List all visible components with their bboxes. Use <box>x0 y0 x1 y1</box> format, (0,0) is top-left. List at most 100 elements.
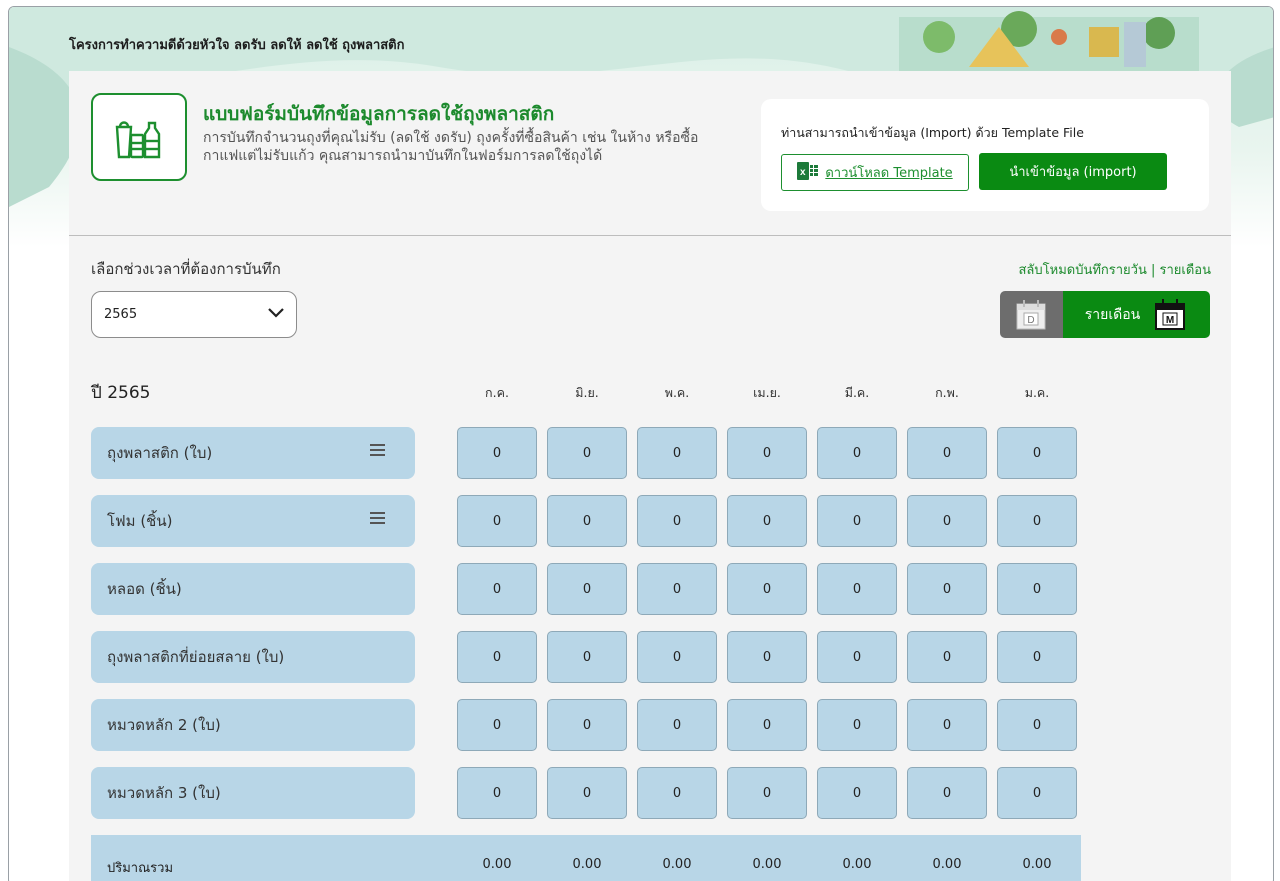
category-row: ถุงพลาสติกที่ย่อยสลาย (ใบ) <box>91 631 415 683</box>
value-input[interactable]: 0 <box>547 767 627 819</box>
value-input[interactable]: 0 <box>817 563 897 615</box>
form-description-line-1: การบันทึกจำนวนถุงที่คุณไม่รับ (ลดใช้ งดร… <box>203 130 699 146</box>
value-input[interactable]: 0 <box>457 631 537 683</box>
month-header: ก.พ. <box>935 385 959 400</box>
category-name: ถุงพลาสติกที่ย่อยสลาย (ใบ) <box>107 648 285 666</box>
total-value: 0.00 <box>1022 857 1052 872</box>
value-input[interactable]: 0 <box>907 767 987 819</box>
total-value: 0.00 <box>932 857 962 872</box>
value-input[interactable]: 0 <box>457 563 537 615</box>
value-input[interactable]: 0 <box>997 699 1077 751</box>
category-name: ถุงพลาสติก (ใบ) <box>107 444 213 462</box>
value-input[interactable]: 0 <box>637 427 717 479</box>
value-input[interactable]: 0 <box>637 631 717 683</box>
value-input[interactable]: 0 <box>727 427 807 479</box>
value-input[interactable]: 0 <box>547 427 627 479</box>
import-card: ท่านสามารถนำเข้าข้อมูล (Import) ด้วย Tem… <box>761 99 1209 211</box>
excel-icon: x <box>797 161 819 184</box>
value-input[interactable]: 0 <box>997 495 1077 547</box>
value-input[interactable]: 0 <box>997 767 1077 819</box>
value-input[interactable]: 0 <box>457 495 537 547</box>
download-template-label: ดาวน์โหลด Template <box>825 166 953 181</box>
total-value: 0.00 <box>482 857 512 872</box>
year-select-value: 2565 <box>104 307 138 322</box>
total-value: 0.00 <box>662 857 692 872</box>
mode-toggle: D รายเดือน M <box>1000 291 1210 338</box>
monthly-mode-button[interactable]: รายเดือน M <box>1063 291 1210 338</box>
section-divider <box>69 235 1231 236</box>
category-label: ถุงพลาสติกที่ย่อยสลาย (ใบ) <box>91 631 415 683</box>
switch-mode-link[interactable]: สลับโหมดบันทึกรายวัน | รายเดือน <box>1018 259 1211 280</box>
category-label: โฟม (ชิ้น) <box>91 495 415 547</box>
category-name: หมวดหลัก 2 (ใบ) <box>107 716 221 734</box>
month-header: มี.ค. <box>844 385 870 400</box>
total-label: ปริมาณรวม <box>107 861 174 876</box>
value-input[interactable]: 0 <box>547 699 627 751</box>
year-heading: ปี 2565 <box>91 383 151 403</box>
value-input[interactable]: 0 <box>817 631 897 683</box>
form-header: แบบฟอร์มบันทึกข้อมูลการลดใช้ถุงพลาสติก ก… <box>91 93 771 193</box>
value-input[interactable]: 0 <box>727 699 807 751</box>
value-input[interactable]: 0 <box>817 767 897 819</box>
value-input[interactable]: 0 <box>907 495 987 547</box>
value-input[interactable]: 0 <box>907 427 987 479</box>
download-template-button[interactable]: x ดาวน์โหลด Template <box>781 154 969 191</box>
category-row: หมวดหลัก 3 (ใบ) <box>91 767 415 819</box>
category-name: หมวดหลัก 3 (ใบ) <box>107 784 221 802</box>
category-name: หลอด (ชิ้น) <box>107 580 182 598</box>
site-title: โครงการทำความดีด้วยหัวใจ ลดรับ ลดให้ ลดใ… <box>69 38 405 53</box>
forest-scene-icon <box>899 11 1199 77</box>
month-header: มิ.ย. <box>575 385 599 400</box>
category-row: ถุงพลาสติก (ใบ) <box>91 427 415 479</box>
month-header: ม.ค. <box>1024 385 1050 400</box>
total-value: 0.00 <box>572 857 602 872</box>
month-header: ก.ค. <box>485 385 509 400</box>
total-value: 0.00 <box>752 857 782 872</box>
value-input[interactable]: 0 <box>457 699 537 751</box>
chevron-down-icon <box>268 307 284 322</box>
value-input[interactable]: 0 <box>727 767 807 819</box>
hamburger-menu-icon[interactable] <box>370 512 385 524</box>
value-input[interactable]: 0 <box>547 631 627 683</box>
value-input[interactable]: 0 <box>997 631 1077 683</box>
value-input[interactable]: 0 <box>817 495 897 547</box>
value-input[interactable]: 0 <box>907 699 987 751</box>
category-label: หลอด (ชิ้น) <box>91 563 415 615</box>
value-input[interactable]: 0 <box>637 699 717 751</box>
monthly-mode-label: รายเดือน <box>1084 306 1141 323</box>
category-name: โฟม (ชิ้น) <box>107 512 173 530</box>
value-input[interactable]: 0 <box>637 767 717 819</box>
value-input[interactable]: 0 <box>547 563 627 615</box>
value-input[interactable]: 0 <box>457 427 537 479</box>
category-row: หลอด (ชิ้น) <box>91 563 415 615</box>
value-input[interactable]: 0 <box>727 631 807 683</box>
total-value: 0.00 <box>842 857 872 872</box>
value-input[interactable]: 0 <box>907 631 987 683</box>
value-input[interactable]: 0 <box>817 699 897 751</box>
category-label: ถุงพลาสติก (ใบ) <box>91 427 415 479</box>
value-input[interactable]: 0 <box>457 767 537 819</box>
category-row: โฟม (ชิ้น) <box>91 495 415 547</box>
import-instruction: ท่านสามารถนำเข้าข้อมูล (Import) ด้วย Tem… <box>781 125 1084 140</box>
daily-mode-button[interactable]: D <box>1000 291 1063 338</box>
value-input[interactable]: 0 <box>637 563 717 615</box>
category-label: หมวดหลัก 3 (ใบ) <box>91 767 415 819</box>
value-input[interactable]: 0 <box>727 495 807 547</box>
hamburger-menu-icon[interactable] <box>370 444 385 456</box>
month-header: เม.ย. <box>753 385 781 400</box>
form-description: การบันทึกจำนวนถุงที่คุณไม่รับ (ลดใช้ งดร… <box>203 129 723 165</box>
year-select[interactable]: 2565 <box>91 291 297 338</box>
import-data-button[interactable]: นำเข้าข้อมูล (import) <box>979 153 1167 190</box>
value-input[interactable]: 0 <box>727 563 807 615</box>
page-frame: โครงการทำความดีด้วยหัวใจ ลดรับ ลดให้ ลดใ… <box>8 6 1274 881</box>
total-row: ปริมาณรวม 0.00 0.00 0.00 0.00 0.00 0.00 0.00 <box>91 835 1081 881</box>
value-input[interactable]: 0 <box>817 427 897 479</box>
daily-calendar-icon: D <box>1016 299 1045 329</box>
value-input[interactable]: 0 <box>547 495 627 547</box>
value-input[interactable]: 0 <box>997 427 1077 479</box>
value-input[interactable]: 0 <box>637 495 717 547</box>
main-panel: แบบฟอร์มบันทึกข้อมูลการลดใช้ถุงพลาสติก ก… <box>69 71 1231 881</box>
value-input[interactable]: 0 <box>997 563 1077 615</box>
period-label: เลือกช่วงเวลาที่ต้องการบันทึก <box>91 260 281 278</box>
value-input[interactable]: 0 <box>907 563 987 615</box>
